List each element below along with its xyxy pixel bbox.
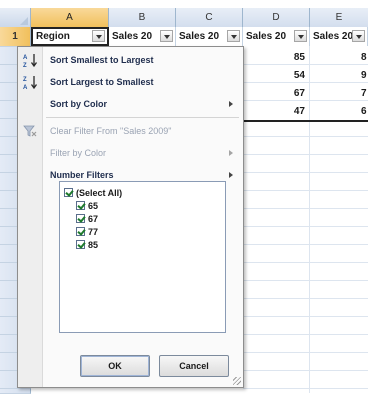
menu-item-label: Sort by Color (50, 99, 108, 109)
checkbox[interactable] (76, 214, 85, 223)
cell-d3[interactable]: 54 (243, 66, 305, 85)
checkbox-label: 77 (88, 227, 99, 237)
grid-line (243, 208, 368, 209)
cell-a1[interactable]: Region (31, 27, 109, 46)
cell-c1[interactable]: Sales 20 (176, 27, 243, 46)
grid-line (243, 154, 368, 155)
autofilter-menu: A Z Sort Smallest to Largest Z A Sort La… (17, 46, 244, 388)
grid-line (243, 370, 368, 371)
menu-item-filter-by-color[interactable]: Filter by Color (18, 142, 243, 164)
cell-e3[interactable]: 9 (310, 66, 367, 85)
menu-item-label: Clear Filter From "Sales 2009" (50, 126, 172, 136)
column-header-d[interactable]: D (243, 8, 310, 27)
checkbox-label: (Select All) (76, 188, 123, 198)
grid-line (243, 334, 368, 335)
row-header-1[interactable]: 1 (0, 27, 31, 47)
grid-line (243, 262, 368, 263)
filter-dropdown-button-d[interactable] (294, 30, 307, 42)
menu-item-sort-ascending[interactable]: A Z Sort Smallest to Largest (18, 49, 243, 71)
grid-line (243, 136, 368, 137)
checkbox-label: 85 (88, 240, 99, 250)
svg-text:A: A (23, 55, 28, 61)
checkbox[interactable] (76, 240, 85, 249)
grid-line (243, 352, 368, 353)
grid-line (243, 190, 368, 191)
cell-d4[interactable]: 67 (243, 84, 305, 103)
menu-item-label: Sort Smallest to Largest (50, 55, 154, 65)
menu-item-sort-by-color[interactable]: Sort by Color (18, 93, 243, 115)
sort-ascending-icon: A Z (23, 54, 38, 68)
column-header-b[interactable]: B (109, 8, 176, 27)
menu-separator (46, 117, 239, 118)
cell-e2[interactable]: 8 (310, 48, 367, 67)
menu-item-label: Filter by Color (50, 148, 107, 158)
cell-e1[interactable]: Sales 20 (310, 27, 368, 46)
cell-d1[interactable]: Sales 20 (243, 27, 310, 46)
menu-item-clear-filter[interactable]: Clear Filter From "Sales 2009" (18, 120, 243, 142)
cell-c1-text: Sales 20 (179, 31, 220, 42)
column-header-row: A B C D E (0, 8, 368, 28)
cell-e5[interactable]: 6 (310, 102, 367, 121)
spreadsheet: A B C D E 1 Region Sales 20 Sales 20 Sal… (0, 0, 368, 394)
checkbox-label: 67 (88, 214, 99, 224)
checkbox-label: 65 (88, 201, 99, 211)
menu-item-label: Sort Largest to Smallest (50, 77, 154, 87)
grid-line (243, 316, 368, 317)
filter-dropdown-button-e[interactable] (352, 30, 365, 42)
cell-a1-text: Region (36, 31, 70, 42)
column-header-e[interactable]: E (310, 8, 368, 27)
ok-button[interactable]: OK (80, 355, 150, 377)
cell-e1-text: Sales 20 (313, 31, 354, 42)
svg-text:Z: Z (23, 63, 27, 68)
column-header-c[interactable]: C (176, 8, 243, 27)
grid-line (243, 280, 368, 281)
table-bottom-border (243, 120, 368, 122)
cell-d2[interactable]: 85 (243, 48, 305, 67)
grid-line (243, 388, 368, 389)
submenu-arrow-icon (229, 101, 233, 107)
menu-item-sort-descending[interactable]: Z A Sort Largest to Smallest (18, 71, 243, 93)
filter-dropdown-button-b[interactable] (160, 30, 173, 42)
cell-b1-text: Sales 20 (112, 31, 153, 42)
resize-grip[interactable] (233, 377, 241, 385)
column-header-a[interactable]: A (31, 8, 109, 27)
submenu-arrow-icon (229, 172, 233, 178)
sort-descending-icon: Z A (23, 76, 38, 90)
filter-dropdown-button-c[interactable] (227, 30, 240, 42)
grid-line (243, 244, 368, 245)
checkbox[interactable] (76, 227, 85, 236)
cell-e4[interactable]: 7 (310, 84, 367, 103)
funnel-clear-icon (23, 125, 37, 137)
cell-b1[interactable]: Sales 20 (109, 27, 176, 46)
cancel-button[interactable]: Cancel (159, 355, 229, 377)
svg-text:A: A (23, 85, 28, 90)
grid-line (243, 298, 368, 299)
checkbox[interactable] (64, 188, 73, 197)
svg-text:Z: Z (23, 77, 27, 83)
grid-line (243, 226, 368, 227)
cell-d1-text: Sales 20 (246, 31, 287, 42)
filter-values-list[interactable]: (Select All) 65 67 77 85 (59, 181, 226, 333)
submenu-arrow-icon (229, 150, 233, 156)
corner-triangle-icon (20, 17, 28, 25)
select-all-corner[interactable] (0, 8, 31, 27)
row-header[interactable] (0, 389, 31, 394)
checkbox[interactable] (76, 201, 85, 210)
cell-d5[interactable]: 47 (243, 102, 305, 121)
filter-dropdown-button-a[interactable] (92, 30, 105, 42)
grid-line (243, 172, 368, 173)
